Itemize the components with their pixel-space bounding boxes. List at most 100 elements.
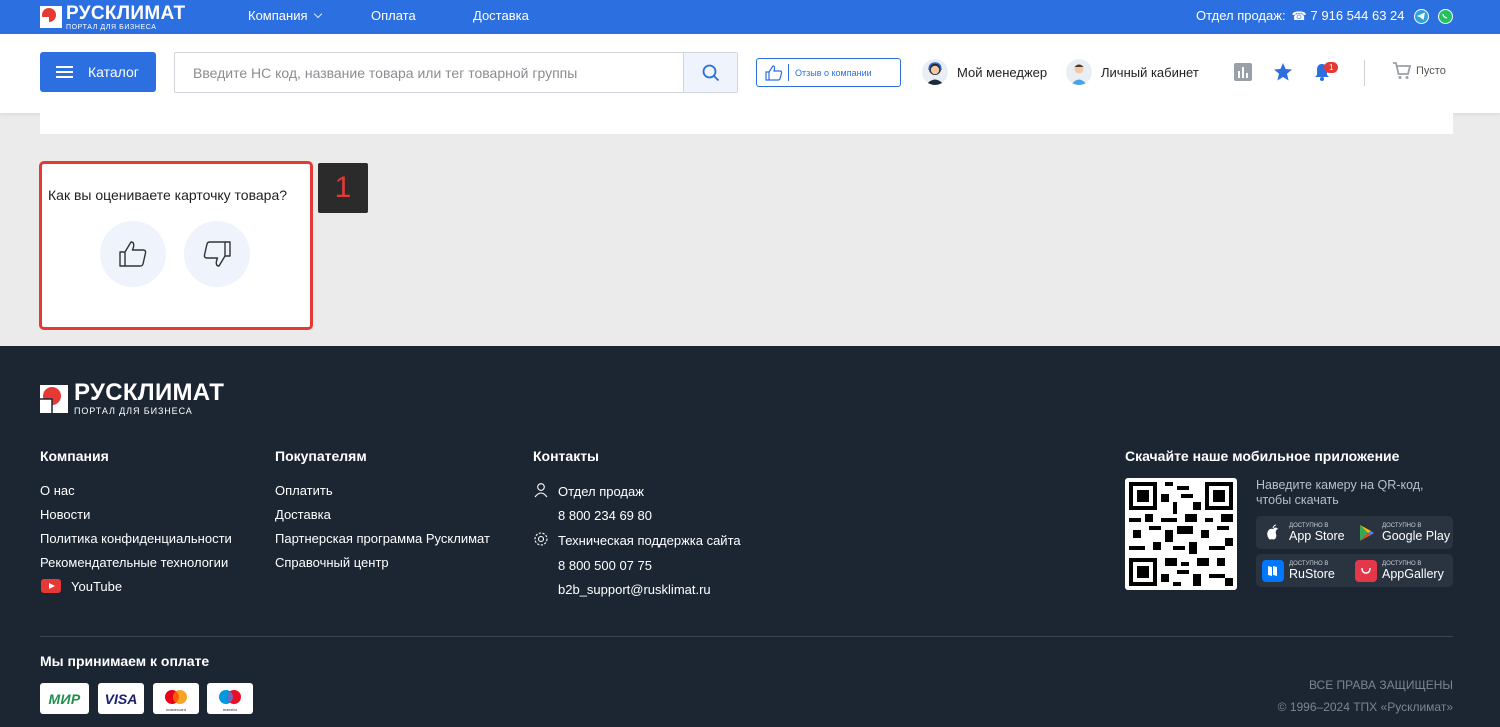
- search-input[interactable]: [175, 53, 683, 92]
- review-label: Отзыв о компании: [795, 67, 872, 78]
- copyright-text: © 1996–2024 ТПХ «Русклимат»: [1277, 700, 1453, 714]
- google-play-button[interactable]: ДОСТУПНО В Google Play: [1349, 516, 1453, 549]
- mastercard-icon: mastercard: [153, 683, 199, 714]
- contact-sales-phone[interactable]: 8 800 234 69 80: [558, 508, 652, 523]
- top-bar: РУСКЛИМАТ ПОРТАЛ ДЛЯ БИЗНЕСА Компания Оп…: [0, 0, 1500, 34]
- gear-icon: [533, 531, 549, 547]
- search-box: [174, 52, 738, 93]
- main-header: Каталог Отзыв о компании Мой менеджер Ли…: [0, 34, 1500, 113]
- chevron-down-icon: [313, 9, 322, 19]
- footer-link-recommendations[interactable]: Рекомендательные технологии: [40, 555, 228, 570]
- topnav-delivery[interactable]: Доставка: [473, 8, 529, 23]
- apple-icon: [1262, 522, 1284, 544]
- search-icon: [702, 64, 719, 81]
- catalog-label: Каталог: [88, 64, 139, 80]
- rustore-small: ДОСТУПНО В: [1289, 560, 1329, 567]
- app-store-small: ДОСТУПНО В: [1289, 522, 1329, 529]
- contact-support-email[interactable]: b2b_support@rusklimat.ru: [558, 582, 711, 597]
- contact-support-label: Техническая поддержка сайта: [558, 533, 741, 548]
- phone-icon: ☎: [1291, 8, 1307, 23]
- footer: РУСКЛИМАТ ПОРТАЛ ДЛЯ БИЗНЕСА Компания О …: [0, 346, 1500, 727]
- favorites-star-icon[interactable]: [1273, 62, 1293, 82]
- cart-icon: [1393, 62, 1412, 79]
- maestro-label: maestro: [222, 707, 238, 712]
- review-separator: [788, 64, 789, 81]
- payment-title: Мы принимаем к оплате: [40, 653, 210, 669]
- visa-label: VISA: [104, 690, 138, 707]
- contact-support-phone[interactable]: 8 800 500 07 75: [558, 558, 652, 573]
- rate-dislike-button[interactable]: [184, 221, 250, 287]
- cart-button[interactable]: Пусто: [1392, 62, 1446, 80]
- rustore-name: RuStore: [1289, 566, 1335, 581]
- company-review-button[interactable]: Отзыв о компании: [756, 58, 901, 87]
- catalog-button[interactable]: Каталог: [40, 52, 156, 92]
- qr-hint: Наведите камеру на QR-код, чтобы скачать: [1256, 478, 1424, 507]
- footer-link-youtube[interactable]: YouTube: [71, 579, 122, 594]
- footer-logo[interactable]: РУСКЛИМАТ ПОРТАЛ ДЛЯ БИЗНЕСА: [40, 381, 224, 416]
- mir-card-icon: МИР: [40, 683, 89, 714]
- rating-question: Как вы оцениваете карточку товара?: [48, 187, 288, 203]
- notifications-badge: 1: [1324, 62, 1339, 73]
- telegram-icon[interactable]: [1414, 9, 1429, 24]
- user-avatar-icon: [1066, 59, 1092, 85]
- my-manager-link[interactable]: Мой менеджер: [922, 59, 1047, 85]
- app-store-name: App Store: [1289, 528, 1345, 543]
- cart-label: Пусто: [1416, 65, 1446, 77]
- rustore-icon: [1262, 559, 1284, 582]
- contact-sales-label: Отдел продаж: [558, 484, 644, 499]
- visa-card-icon: VISA: [98, 683, 144, 714]
- footer-link-news[interactable]: Новости: [40, 507, 90, 522]
- google-play-name: Google Play: [1382, 528, 1451, 543]
- footer-link-delivery[interactable]: Доставка: [275, 507, 331, 522]
- manager-avatar-icon: [922, 59, 948, 85]
- google-play-icon: [1355, 522, 1377, 544]
- footer-brand-tagline: ПОРТАЛ ДЛЯ БИЗНЕСА: [74, 406, 193, 416]
- footer-app-title: Скачайте наше мобильное приложение: [1125, 448, 1400, 464]
- brand-tagline: ПОРТАЛ ДЛЯ БИЗНЕСА: [66, 23, 157, 31]
- appgallery-button[interactable]: ДОСТУПНО В AppGallery: [1349, 554, 1453, 587]
- appgallery-small: ДОСТУПНО В: [1382, 560, 1422, 567]
- mastercard-label: mastercard: [165, 707, 186, 712]
- appgallery-icon: [1355, 559, 1377, 582]
- person-icon: [533, 482, 549, 498]
- rustore-button[interactable]: ДОСТУПНО В RuStore: [1256, 554, 1360, 587]
- footer-link-help-center[interactable]: Справочный центр: [275, 555, 389, 570]
- sales-contact: Отдел продаж: ☎ 7 916 544 63 24: [1196, 8, 1405, 23]
- personal-cabinet-link[interactable]: Личный кабинет: [1066, 59, 1199, 85]
- topnav-payment[interactable]: Оплата: [371, 8, 416, 23]
- footer-company-title: Компания: [40, 448, 109, 464]
- annotation-marker: 1: [318, 163, 368, 213]
- appgallery-name: AppGallery: [1382, 566, 1444, 581]
- rights-text: ВСЕ ПРАВА ЗАЩИЩЕНЫ: [1308, 678, 1453, 692]
- footer-buyers-title: Покупателям: [275, 448, 367, 464]
- app-store-button[interactable]: ДОСТУПНО В App Store: [1256, 516, 1360, 549]
- logo-mark-icon: [40, 384, 68, 413]
- google-play-small: ДОСТУПНО В: [1382, 522, 1422, 529]
- cabinet-label: Личный кабинет: [1101, 64, 1199, 80]
- rate-like-button[interactable]: [100, 221, 166, 287]
- whatsapp-icon[interactable]: [1438, 9, 1453, 24]
- footer-link-pay[interactable]: Оплатить: [275, 483, 333, 498]
- brand-logo[interactable]: РУСКЛИМАТ ПОРТАЛ ДЛЯ БИЗНЕСА: [40, 2, 186, 31]
- header-divider: [1364, 60, 1365, 86]
- topnav-company[interactable]: Компания: [248, 8, 322, 23]
- content-strip: [40, 113, 1453, 134]
- mir-label: МИР: [48, 690, 81, 707]
- footer-link-about[interactable]: О нас: [40, 483, 75, 498]
- footer-link-privacy[interactable]: Политика конфиденциальности: [40, 531, 232, 546]
- brand-name: РУСКЛИМАТ: [66, 2, 186, 24]
- manager-label: Мой менеджер: [957, 64, 1048, 80]
- menu-icon: [56, 66, 73, 78]
- footer-link-partner-program[interactable]: Партнерская программа Русклимат: [275, 531, 490, 546]
- logo-mark-icon: [40, 6, 62, 28]
- footer-contacts-title: Контакты: [533, 448, 600, 464]
- youtube-icon[interactable]: [41, 579, 61, 593]
- topnav-company-label: Компания: [248, 8, 308, 23]
- app-qr-code: [1125, 478, 1237, 590]
- thumbs-down-icon: [203, 241, 231, 267]
- search-button[interactable]: [683, 53, 737, 92]
- thumbs-up-icon: [765, 64, 783, 81]
- compare-icon[interactable]: [1233, 62, 1253, 82]
- thumbs-up-icon: [119, 241, 147, 267]
- sales-phone[interactable]: 7 916 544 63 24: [1311, 8, 1405, 23]
